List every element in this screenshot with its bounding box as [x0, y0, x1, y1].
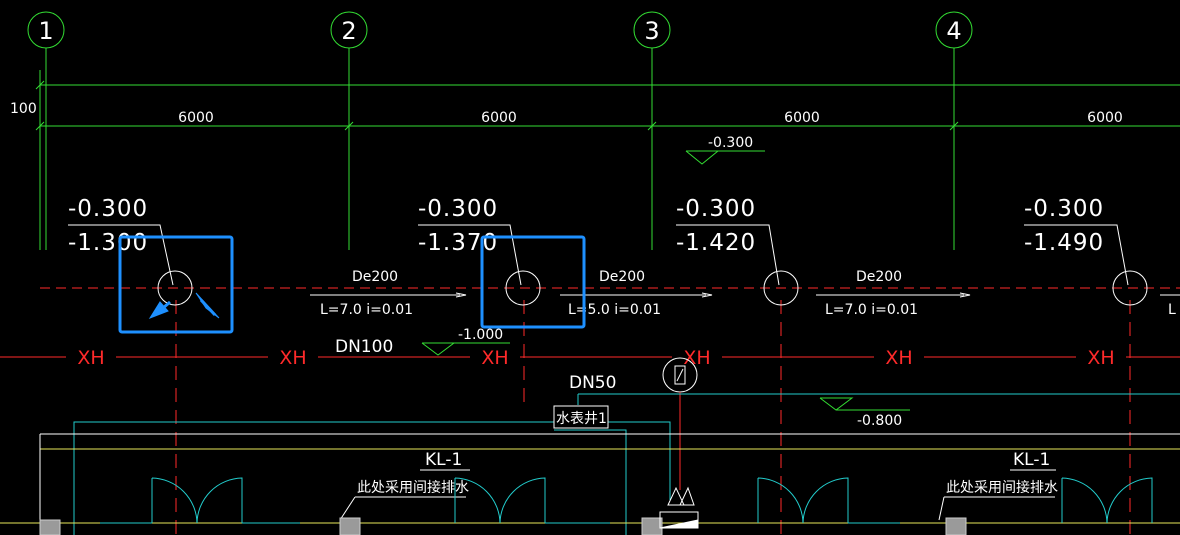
well-1-bottom-elevation: -1.300 — [68, 230, 148, 256]
dim-span-label-1: 6000 — [178, 110, 214, 126]
dim-span-label-2: 6000 — [481, 110, 517, 126]
fixture-icon — [659, 486, 699, 529]
well-4-top-elevation: -0.300 — [1024, 196, 1104, 222]
level-mark-0800 — [819, 397, 910, 411]
well-1-top-elevation: -0.300 — [68, 196, 148, 222]
beam-label-1: KL-1 — [425, 450, 462, 470]
columns — [39, 517, 967, 535]
pipe-3-size: De200 — [856, 269, 902, 285]
red-axis-dashed — [175, 300, 1131, 535]
axis-label-4: 4 — [946, 17, 961, 45]
indirect-drain-note-2: 此处采用间接排水 — [946, 479, 1058, 496]
pipe-2-size: De200 — [599, 269, 645, 285]
water-meter-icon[interactable] — [662, 357, 698, 393]
level-mark-0800-label: -0.800 — [857, 413, 902, 429]
axis-label-3: 3 — [644, 17, 659, 45]
well-4-bottom-elevation: -1.490 — [1024, 230, 1104, 256]
cad-drawing-canvas[interactable]: 1 2 3 4 100 6000 6000 6000 6000 -0.300 X… — [0, 0, 1180, 535]
fire-line-label: XH — [77, 347, 104, 369]
meter-well-label: 水表井1 — [556, 411, 607, 427]
pipe-4-spec-partial: L — [1168, 302, 1176, 318]
pipe-3-spec: L=7.0 i=0.01 — [825, 302, 918, 318]
well-3-bottom-elevation: -1.420 — [676, 230, 756, 256]
level-mark-top-label: -0.300 — [708, 135, 753, 151]
fire-line-label: XH — [1087, 347, 1114, 369]
dim-span-label-4: 6000 — [1087, 110, 1123, 126]
level-mark-1000-label: -1.000 — [458, 327, 503, 343]
pipe-2-spec: L=5.0 i=0.01 — [568, 302, 661, 318]
well-3-top-elevation: -0.300 — [676, 196, 756, 222]
well-2-top-elevation: -0.300 — [418, 196, 498, 222]
axis-label-2: 2 — [341, 17, 356, 45]
pipe-1-spec: L=7.0 i=0.01 — [320, 302, 413, 318]
fire-line-label: XH — [279, 347, 306, 369]
dn50-label: DN50 — [569, 373, 616, 393]
beam-label-2: KL-1 — [1013, 450, 1050, 470]
axis-grid — [27, 11, 1180, 250]
fire-line-label: XH — [481, 347, 508, 369]
level-mark-top — [685, 150, 765, 165]
indirect-drain-note-1: 此处采用间接排水 — [357, 479, 469, 496]
dim-offset-label: 100 — [10, 101, 37, 117]
axis-label-1: 1 — [38, 17, 53, 45]
fire-line-label: XH — [885, 347, 912, 369]
pipe-1-size: De200 — [352, 269, 398, 285]
well-2-bottom-elevation: -1.370 — [418, 230, 498, 256]
pipe-label-lines — [310, 292, 1180, 298]
dim-span-label-3: 6000 — [784, 110, 820, 126]
fire-line-label: XH — [683, 347, 710, 369]
dn100-label: DN100 — [335, 337, 393, 357]
